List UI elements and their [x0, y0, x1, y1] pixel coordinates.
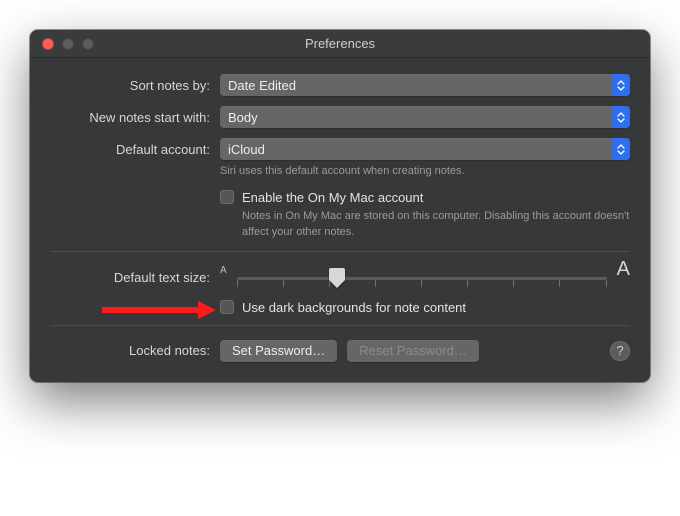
sort-notes-select[interactable]: Date Edited: [220, 74, 630, 96]
separator: [50, 251, 630, 252]
titlebar: Preferences: [30, 30, 650, 58]
preferences-window: Preferences Sort notes by: Date Edited N…: [30, 30, 650, 382]
new-notes-value: Body: [220, 110, 612, 125]
zoom-window-button[interactable]: [82, 38, 94, 50]
text-size-large-marker: A: [617, 258, 630, 281]
sort-notes-label: Sort notes by:: [50, 74, 220, 93]
default-account-value: iCloud: [220, 142, 612, 157]
minimize-window-button[interactable]: [62, 38, 74, 50]
new-notes-select[interactable]: Body: [220, 106, 630, 128]
text-size-small-marker: A: [220, 265, 227, 276]
slider-thumb[interactable]: [329, 268, 345, 286]
default-account-label: Default account:: [50, 138, 220, 157]
sort-notes-value: Date Edited: [220, 78, 612, 93]
default-account-hint: Siri uses this default account when crea…: [220, 164, 630, 180]
close-window-button[interactable]: [42, 38, 54, 50]
set-password-button[interactable]: Set Password…: [220, 340, 337, 362]
chevron-up-down-icon: [612, 106, 630, 128]
text-size-slider[interactable]: [237, 266, 607, 290]
chevron-up-down-icon: [612, 138, 630, 160]
preferences-content: Sort notes by: Date Edited New notes sta…: [30, 58, 650, 382]
chevron-up-down-icon: [612, 74, 630, 96]
window-title: Preferences: [30, 36, 650, 51]
window-controls: [30, 38, 94, 50]
locked-notes-label: Locked notes:: [50, 343, 220, 358]
enable-on-my-mac-label: Enable the On My Mac account: [242, 190, 423, 205]
default-text-size-label: Default text size:: [50, 270, 220, 285]
new-notes-label: New notes start with:: [50, 106, 220, 125]
reset-password-button[interactable]: Reset Password…: [347, 340, 479, 362]
separator: [50, 325, 630, 326]
help-button[interactable]: ?: [610, 341, 630, 361]
default-account-select[interactable]: iCloud: [220, 138, 630, 160]
dark-backgrounds-checkbox[interactable]: [220, 300, 234, 314]
enable-on-my-mac-checkbox[interactable]: [220, 190, 234, 204]
on-my-mac-hint: Notes in On My Mac are stored on this co…: [220, 209, 630, 241]
dark-backgrounds-label: Use dark backgrounds for note content: [242, 300, 466, 315]
